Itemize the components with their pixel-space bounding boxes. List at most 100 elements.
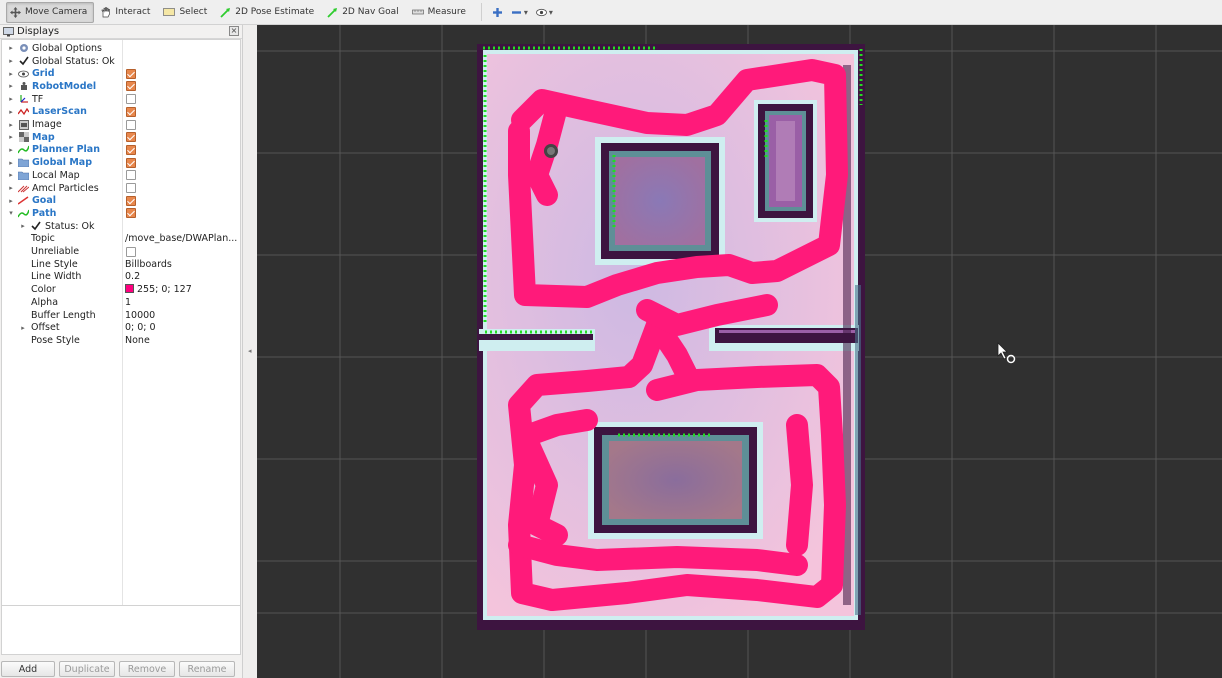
display-item-label: Goal bbox=[32, 195, 56, 207]
collapse-arrow-icon[interactable]: ▸ bbox=[7, 44, 15, 52]
display-item-global-options[interactable]: ▸ Global Options bbox=[2, 42, 240, 55]
collapse-arrow-icon[interactable]: ▸ bbox=[7, 159, 15, 167]
collapse-arrow-icon[interactable]: ▸ bbox=[7, 133, 15, 141]
collapse-arrow-icon[interactable]: ▸ bbox=[7, 146, 15, 154]
collapse-arrow-icon[interactable]: ▸ bbox=[7, 171, 15, 179]
property-value[interactable]: Billboards bbox=[125, 259, 172, 270]
collapse-arrow-icon[interactable]: ▸ bbox=[7, 184, 15, 192]
property-value[interactable]: /move_base/DWAPlan... bbox=[125, 233, 237, 244]
collapse-arrow-icon[interactable]: ▸ bbox=[7, 82, 15, 90]
collapse-arrow-icon[interactable]: ▸ bbox=[19, 324, 27, 332]
path-property-status-ok[interactable]: ▸ Status: Ok bbox=[2, 220, 240, 233]
path-property-offset[interactable]: ▸ Offset 0; 0; 0 bbox=[2, 321, 240, 334]
interact-tool[interactable]: Interact bbox=[96, 2, 157, 23]
path-property-unreliable[interactable]: Unreliable bbox=[2, 245, 240, 258]
path-property-alpha[interactable]: Alpha 1 bbox=[2, 296, 240, 309]
displays-tree[interactable]: ▸ Global Options ▸ Global Status: Ok ▸ Grid ▸ R… bbox=[1, 39, 241, 625]
collapse-arrow-icon[interactable]: ▸ bbox=[7, 70, 15, 78]
enable-checkbox[interactable] bbox=[126, 68, 136, 79]
collapse-arrow-icon[interactable]: ▸ bbox=[7, 95, 15, 103]
path-property-line-style[interactable]: Line Style Billboards bbox=[2, 258, 240, 271]
display-item-label: LaserScan bbox=[32, 106, 87, 118]
property-value[interactable]: None bbox=[125, 335, 150, 346]
property-value[interactable]: 0; 0; 0 bbox=[125, 322, 156, 333]
display-item-tf[interactable]: ▸ TF bbox=[2, 93, 240, 106]
property-label: Buffer Length bbox=[31, 309, 96, 321]
check-icon bbox=[30, 221, 41, 232]
property-value-text: 10000 bbox=[125, 309, 156, 321]
path-icon bbox=[18, 208, 29, 219]
collapse-arrow-icon[interactable]: ▸ bbox=[7, 121, 15, 129]
mouse-cursor bbox=[997, 342, 1016, 364]
display-item-goal[interactable]: ▸ Goal bbox=[2, 194, 240, 207]
hand-icon bbox=[101, 6, 111, 17]
collapse-arrow-icon[interactable]: ▸ bbox=[19, 222, 27, 230]
move-camera-tool[interactable]: Move Camera bbox=[6, 1, 95, 23]
add-button[interactable]: Add bbox=[1, 661, 55, 677]
property-value[interactable]: 1 bbox=[125, 297, 131, 308]
display-item-laserscan[interactable]: ▸ LaserScan bbox=[2, 106, 240, 119]
display-item-robotmodel[interactable]: ▸ RobotModel bbox=[2, 80, 240, 93]
display-item-image[interactable]: ▸ Image bbox=[2, 118, 240, 131]
property-label: Alpha bbox=[31, 296, 59, 308]
path-property-buffer-length[interactable]: Buffer Length 10000 bbox=[2, 309, 240, 322]
add-tool-button[interactable] bbox=[488, 2, 507, 23]
remove-button[interactable]: Remove bbox=[119, 661, 175, 677]
color-swatch[interactable] bbox=[125, 284, 134, 294]
collapse-arrow-icon[interactable]: ▸ bbox=[7, 197, 15, 205]
enable-checkbox[interactable] bbox=[126, 94, 136, 105]
path-property-pose-style[interactable]: Pose Style None bbox=[2, 334, 240, 347]
display-item-label: Image bbox=[32, 119, 62, 131]
collapse-arrow-icon[interactable]: ◂ bbox=[248, 347, 252, 355]
view-menu-button[interactable]: ▾ bbox=[532, 2, 557, 23]
collapse-arrow-icon[interactable]: ▸ bbox=[7, 57, 15, 65]
enable-checkbox[interactable] bbox=[126, 183, 136, 194]
duplicate-button[interactable]: Duplicate bbox=[59, 661, 115, 677]
panel-splitter[interactable]: ◂ bbox=[243, 25, 257, 678]
enable-checkbox[interactable] bbox=[126, 144, 136, 155]
property-value-text: Billboards bbox=[125, 258, 172, 270]
enable-checkbox[interactable] bbox=[126, 208, 136, 219]
display-item-local-map[interactable]: ▸ Local Map bbox=[2, 169, 240, 182]
nav-goal-tool[interactable]: 2D Nav Goal bbox=[323, 2, 405, 23]
path-property-topic[interactable]: Topic/move_base/DWAPlan... bbox=[2, 233, 240, 246]
enable-checkbox[interactable] bbox=[126, 132, 136, 143]
close-icon[interactable]: × bbox=[229, 26, 239, 36]
display-item-global-status-ok[interactable]: ▸ Global Status: Ok bbox=[2, 55, 240, 68]
robot-model[interactable] bbox=[544, 144, 558, 158]
collapse-arrow-icon[interactable]: ▸ bbox=[7, 108, 15, 116]
pose-estimate-label: 2D Pose Estimate bbox=[235, 7, 315, 17]
display-item-amcl-particles[interactable]: ▸ Amcl Particles bbox=[2, 182, 240, 195]
expand-arrow-icon[interactable]: ▾ bbox=[7, 209, 15, 217]
property-value[interactable]: 0.2 bbox=[125, 271, 140, 282]
enable-checkbox[interactable] bbox=[126, 157, 136, 168]
measure-tool[interactable]: Measure bbox=[408, 2, 473, 23]
enable-checkbox[interactable] bbox=[126, 195, 136, 206]
3d-viewport[interactable] bbox=[257, 25, 1222, 678]
display-item-global-map[interactable]: ▸ Global Map bbox=[2, 156, 240, 169]
display-item-label: Global Status: Ok bbox=[32, 55, 115, 67]
enable-checkbox[interactable] bbox=[126, 106, 136, 117]
display-item-path[interactable]: ▾ Path bbox=[2, 207, 240, 220]
path-property-line-width[interactable]: Line Width 0.2 bbox=[2, 271, 240, 284]
unreliable-checkbox[interactable] bbox=[126, 246, 136, 257]
display-item-map[interactable]: ▸ Map bbox=[2, 131, 240, 144]
rename-button[interactable]: Rename bbox=[179, 661, 235, 677]
viewport-canvas[interactable] bbox=[257, 25, 1222, 678]
tf-icon bbox=[18, 94, 29, 105]
remove-tool-button[interactable]: ▾ bbox=[507, 2, 532, 23]
property-label: Pose Style bbox=[31, 334, 80, 346]
displays-panel: Displays × ▸ Global Options ▸ Global Status… bbox=[0, 25, 243, 678]
enable-checkbox[interactable] bbox=[126, 170, 136, 181]
select-tool[interactable]: Select bbox=[159, 2, 214, 23]
display-item-grid[interactable]: ▸ Grid bbox=[2, 67, 240, 80]
property-value[interactable]: 255; 0; 127 bbox=[125, 284, 192, 295]
pose-estimate-tool[interactable]: 2D Pose Estimate bbox=[216, 2, 321, 23]
property-value[interactable]: 10000 bbox=[125, 310, 155, 321]
display-item-label: Map bbox=[32, 131, 55, 143]
move-camera-icon bbox=[10, 6, 21, 18]
enable-checkbox[interactable] bbox=[126, 81, 136, 92]
path-property-color[interactable]: Color 255; 0; 127 bbox=[2, 283, 240, 296]
enable-checkbox[interactable] bbox=[126, 119, 136, 130]
display-item-planner-plan[interactable]: ▸ Planner Plan bbox=[2, 144, 240, 157]
